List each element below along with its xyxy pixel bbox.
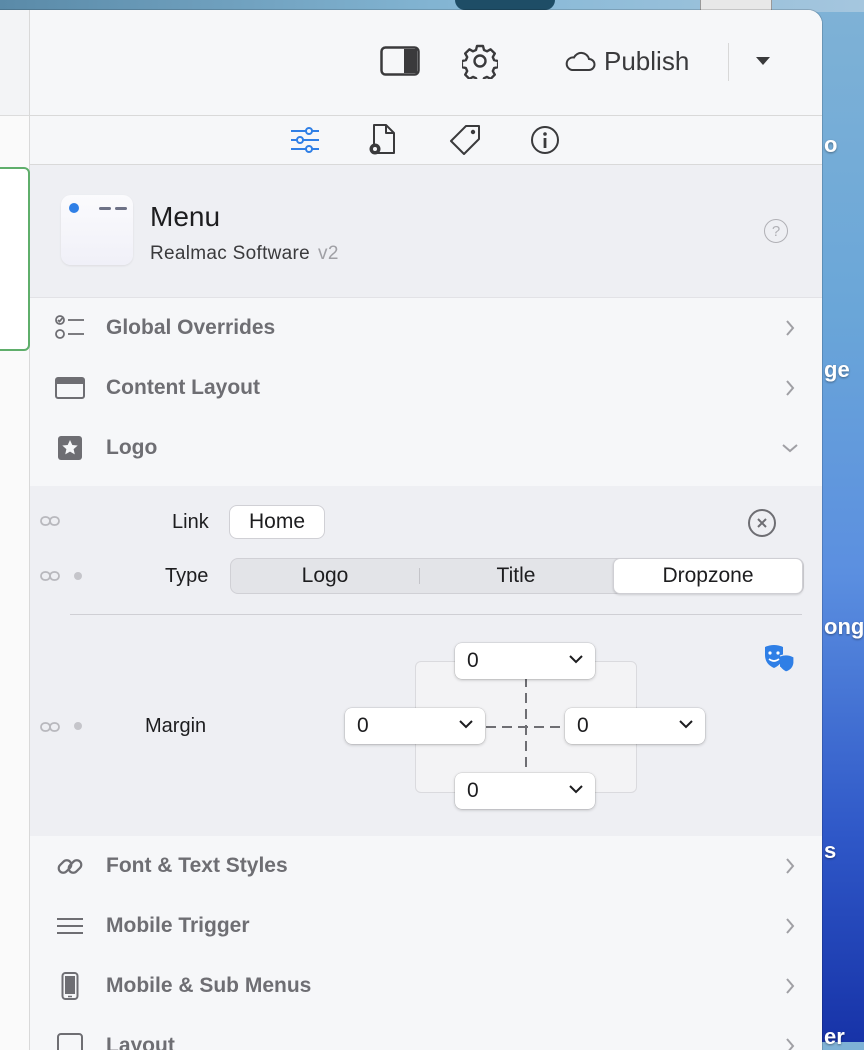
section-label: Content Layout (106, 376, 260, 399)
default-value-dot (74, 572, 82, 580)
tab-page-settings[interactable] (363, 122, 403, 158)
margin-bottom-value: 0 (467, 779, 479, 802)
element-vendor: Realmac Software v2 (150, 243, 339, 265)
tag-icon (450, 125, 480, 155)
section-global-overrides[interactable]: Global Overrides (30, 298, 822, 358)
vendor-name: Realmac Software (150, 243, 311, 264)
chevron-right-icon (782, 858, 798, 874)
margin-left-select[interactable]: 0 (345, 708, 485, 744)
chevron-right-icon (782, 380, 798, 396)
type-option-title[interactable]: Title (419, 559, 613, 593)
info-icon (531, 126, 559, 154)
publish-label: Publish (604, 45, 690, 76)
menu-element-icon (61, 195, 133, 265)
link-binding-icon[interactable] (40, 514, 60, 532)
link-chain-icon (54, 851, 86, 881)
section-mobile-sub-menus[interactable]: Mobile & Sub Menus (30, 956, 822, 1016)
margin-right-select[interactable]: 0 (565, 708, 705, 744)
layout-square-icon (54, 1031, 86, 1050)
inspector-tabs (30, 116, 822, 165)
desktop-label: ong (824, 614, 864, 639)
element-header: Menu Realmac Software v2 ? (30, 165, 822, 298)
hamburger-icon (54, 911, 86, 941)
chevron-down-icon (569, 655, 583, 664)
section-content-layout[interactable]: Content Layout (30, 358, 822, 418)
chevron-down-icon (569, 785, 583, 794)
publish-button[interactable]: Publish (564, 42, 689, 80)
element-title: Menu (150, 201, 221, 232)
chevron-right-icon (782, 320, 798, 336)
sliders-icon (291, 127, 319, 153)
desktop-window-fragment (455, 0, 555, 10)
document-settings-icon (369, 124, 395, 155)
chevron-right-icon (782, 918, 798, 934)
sidebar-toggle-icon[interactable] (380, 42, 420, 80)
publish-options-chevron-down-icon[interactable] (748, 48, 778, 74)
section-label: Layout (106, 1034, 175, 1050)
margin-top-value: 0 (467, 649, 479, 672)
star-square-icon (54, 433, 86, 463)
checklist-icon (54, 313, 86, 343)
section-label: Mobile & Sub Menus (106, 974, 312, 997)
section-label: Global Overrides (106, 316, 276, 339)
phone-icon (54, 971, 86, 1001)
link-field[interactable]: Home (229, 505, 325, 539)
cloud-icon (565, 51, 596, 71)
clear-link-icon[interactable] (748, 509, 776, 537)
gear-icon[interactable] (460, 42, 500, 80)
section-layout[interactable]: Layout (30, 1016, 822, 1050)
chevron-right-icon (782, 978, 798, 994)
chevron-right-icon (782, 1038, 798, 1050)
divider (70, 614, 802, 615)
app-window: Publish Menu Realmac Software v2 ? Globa… (0, 10, 822, 1050)
default-value-dot (74, 722, 82, 730)
logo-settings-panel: Link Home Type Logo Title Dropzone Margi… (30, 486, 822, 844)
section-logo[interactable]: Logo (30, 418, 822, 478)
link-label: Link (172, 511, 209, 533)
tab-tags[interactable] (445, 122, 485, 158)
section-label: Font & Text Styles (106, 854, 288, 877)
desktop-label: o (824, 132, 838, 157)
margin-right-value: 0 (577, 714, 589, 737)
tab-info[interactable] (525, 122, 565, 158)
desktop-label: s (824, 838, 837, 863)
margin-bottom-select[interactable]: 0 (455, 773, 595, 809)
selected-element-outline[interactable] (0, 167, 30, 351)
type-segmented-control: Logo Title Dropzone (230, 558, 804, 594)
section-font-text-styles[interactable]: Font & Text Styles (30, 836, 822, 896)
chevron-down-icon (679, 720, 693, 729)
section-label: Logo (106, 436, 158, 459)
tab-properties[interactable] (285, 122, 325, 158)
page-canvas-edge (0, 10, 30, 1050)
section-mobile-trigger[interactable]: Mobile Trigger (30, 896, 822, 956)
margin-left-value: 0 (357, 714, 369, 737)
type-label: Type (165, 565, 209, 587)
desktop-label: er (824, 1024, 845, 1049)
link-binding-icon[interactable] (40, 720, 60, 738)
toolbar-divider (728, 43, 729, 81)
type-option-dropzone[interactable]: Dropzone (613, 558, 803, 594)
link-binding-icon[interactable] (40, 569, 60, 587)
type-option-logo[interactable]: Logo (231, 559, 419, 593)
section-label: Mobile Trigger (106, 914, 250, 937)
chevron-down-icon (459, 720, 473, 729)
chevron-down-icon (782, 440, 798, 456)
layout-window-icon (54, 373, 86, 403)
margin-top-select[interactable]: 0 (455, 643, 595, 679)
toolbar: Publish (30, 10, 822, 116)
margin-label: Margin (145, 715, 207, 737)
canvas-toolbar-edge (0, 10, 29, 116)
theatre-masks-icon[interactable] (762, 642, 796, 674)
element-version: v2 (318, 243, 339, 264)
help-button[interactable]: ? (764, 219, 788, 243)
desktop-label: ge (824, 357, 850, 382)
